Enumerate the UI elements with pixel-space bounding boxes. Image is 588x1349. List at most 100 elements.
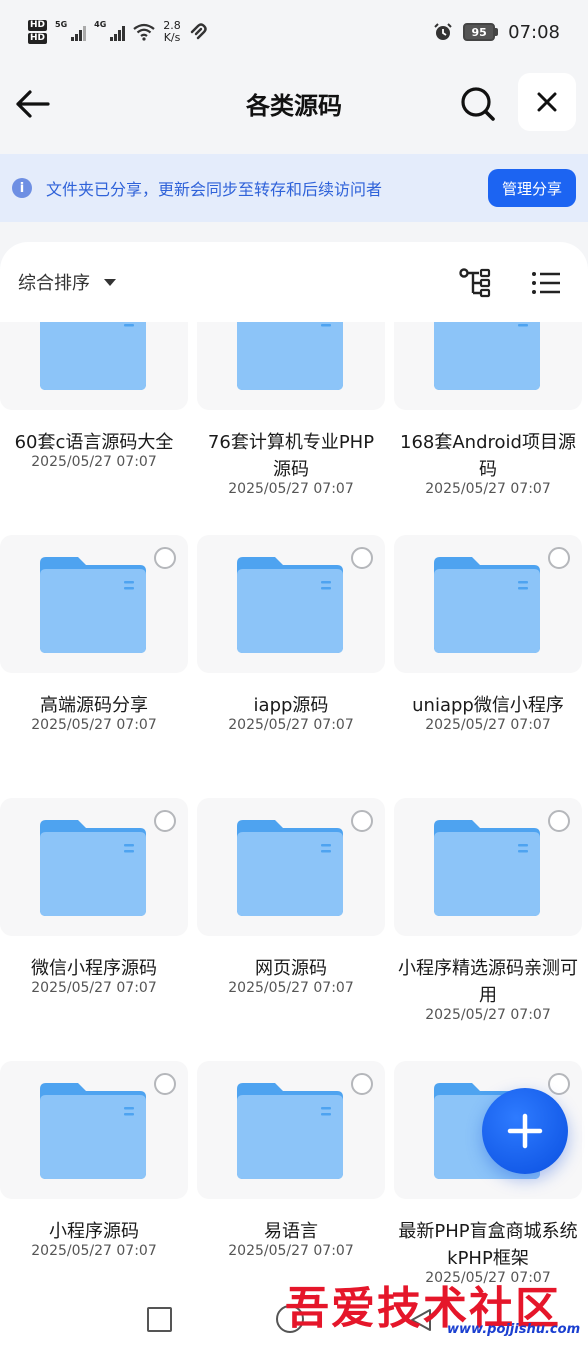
arrow-left-icon [16,90,50,118]
folder-item[interactable]: 高端源码分享 2025/05/27 07:07 [0,535,188,798]
folder-icon [237,1083,343,1179]
folder-date: 2025/05/27 07:07 [425,1270,551,1286]
select-checkbox[interactable] [154,1073,176,1095]
folder-date: 2025/05/27 07:07 [228,980,354,996]
select-checkbox[interactable] [351,1073,373,1095]
folder-item[interactable]: uniapp微信小程序 2025/05/27 07:07 [394,535,582,798]
close-icon [537,92,557,112]
folder-name: 小程序源码 [49,1221,139,1242]
status-left: HD HD 5G 4G 2.8 K/s [28,20,209,44]
hd-badge-1: HD [28,20,48,31]
folder-icon [40,322,146,390]
clock: 07:08 [508,21,560,43]
folder-name: iapp源码 [253,695,329,716]
hd-badge-2: HD [28,33,48,44]
folder-date: 2025/05/27 07:07 [31,717,157,733]
folder-name: 网页源码 [255,958,327,979]
folder-thumbnail [0,535,188,673]
folder-icon [434,322,540,390]
folder-name: 60套c语言源码大全 [14,432,174,453]
folder-item[interactable]: 168套Android项目源码 2025/05/27 07:07 [394,322,582,535]
folder-thumbnail [394,322,582,410]
folder-date: 2025/05/27 07:07 [425,717,551,733]
network-4g-label: 4G [94,20,107,29]
folder-date: 2025/05/27 07:07 [31,980,157,996]
folder-date: 2025/05/27 07:07 [425,481,551,497]
select-checkbox[interactable] [154,547,176,569]
sort-label: 综合排序 [18,273,90,294]
folder-thumbnail [394,535,582,673]
folder-thumbnail [197,1061,385,1199]
folder-date: 2025/05/27 07:07 [31,1243,157,1259]
add-button[interactable] [482,1088,568,1174]
info-icon: i [12,178,32,198]
list-icon [532,272,560,294]
folder-item[interactable]: 小程序源码 2025/05/27 07:07 [0,1061,188,1324]
folder-item[interactable]: 易语言 2025/05/27 07:07 [197,1061,385,1324]
search-button[interactable] [456,82,500,126]
search-icon [461,87,495,121]
nav-back-button[interactable] [408,1307,434,1333]
nfc-icon [190,23,207,40]
folder-icon [434,820,540,916]
recent-apps-button[interactable] [147,1307,172,1332]
signal-icon-2 [110,23,126,41]
file-sheet: 综合排序 60套c语言源码大全 2025/05/27 07:07 76套计算机专业P… [0,242,588,1349]
select-checkbox[interactable] [548,810,570,832]
select-checkbox[interactable] [351,810,373,832]
home-button[interactable] [276,1305,304,1333]
folder-icon [40,820,146,916]
manage-share-button[interactable]: 管理分享 [487,169,576,207]
folder-item[interactable]: 76套计算机专业PHP源码 2025/05/27 07:07 [197,322,385,535]
folder-thumbnail [394,798,582,936]
network-speed: 2.8 K/s [163,20,181,44]
folder-date: 2025/05/27 07:07 [228,1243,354,1259]
folder-name: 168套Android项目源码 [400,432,576,480]
folder-item[interactable]: 微信小程序源码 2025/05/27 07:07 [0,798,188,1061]
folder-item[interactable]: 60套c语言源码大全 2025/05/27 07:07 [0,322,188,535]
folder-date: 2025/05/27 07:07 [228,717,354,733]
plus-icon [507,1113,543,1149]
folder-date: 2025/05/27 07:07 [228,481,354,497]
status-right: 95 07:08 [433,22,560,43]
folder-icon [40,557,146,653]
folder-thumbnail [197,798,385,936]
folder-thumbnail [0,1061,188,1199]
folder-item[interactable]: 网页源码 2025/05/27 07:07 [197,798,385,1061]
folder-name: 易语言 [264,1221,318,1242]
close-button[interactable] [518,73,576,131]
system-navbar [0,1290,588,1349]
banner-text: 文件夹已分享，更新会同步至转存和后续访问者 [46,180,383,199]
sort-toolbar: 综合排序 [0,242,588,322]
folder-item[interactable]: iapp源码 2025/05/27 07:07 [197,535,385,798]
speed-unit: K/s [163,31,181,44]
folder-name: 小程序精选源码亲测可用 [398,958,578,1006]
folder-name: 76套计算机专业PHP源码 [207,432,375,480]
folder-name: 微信小程序源码 [31,958,157,979]
network-5g-label: 5G [55,20,68,29]
status-bar: HD HD 5G 4G 2.8 K/s 95 07:08 [0,0,588,64]
battery-level: 95 [463,23,496,41]
folder-item[interactable]: 小程序精选源码亲测可用 2025/05/27 07:07 [394,798,582,1061]
caret-down-icon [104,278,116,286]
header: 各类源码 [0,64,588,144]
sort-dropdown[interactable]: 综合排序 [18,266,116,298]
select-checkbox[interactable] [351,547,373,569]
battery-icon: 95 [463,23,499,41]
signal-icon [71,23,87,41]
hd-indicators: HD HD [28,20,48,44]
folder-thumbnail [197,322,385,410]
folder-name: uniapp微信小程序 [412,695,564,716]
folder-name: 高端源码分享 [40,695,148,716]
tree-view-button[interactable] [456,264,496,302]
folder-icon [434,557,540,653]
select-checkbox[interactable] [548,1073,570,1095]
select-checkbox[interactable] [548,547,570,569]
select-checkbox[interactable] [154,810,176,832]
back-button[interactable] [10,82,54,126]
list-view-button[interactable] [526,264,566,302]
alarm-icon [434,23,452,40]
folder-icon [237,557,343,653]
folder-name: 最新PHP盲盒商城系统kPHP框架 [398,1221,578,1269]
share-info-banner: i 文件夹已分享，更新会同步至转存和后续访问者 管理分享 [0,154,588,222]
